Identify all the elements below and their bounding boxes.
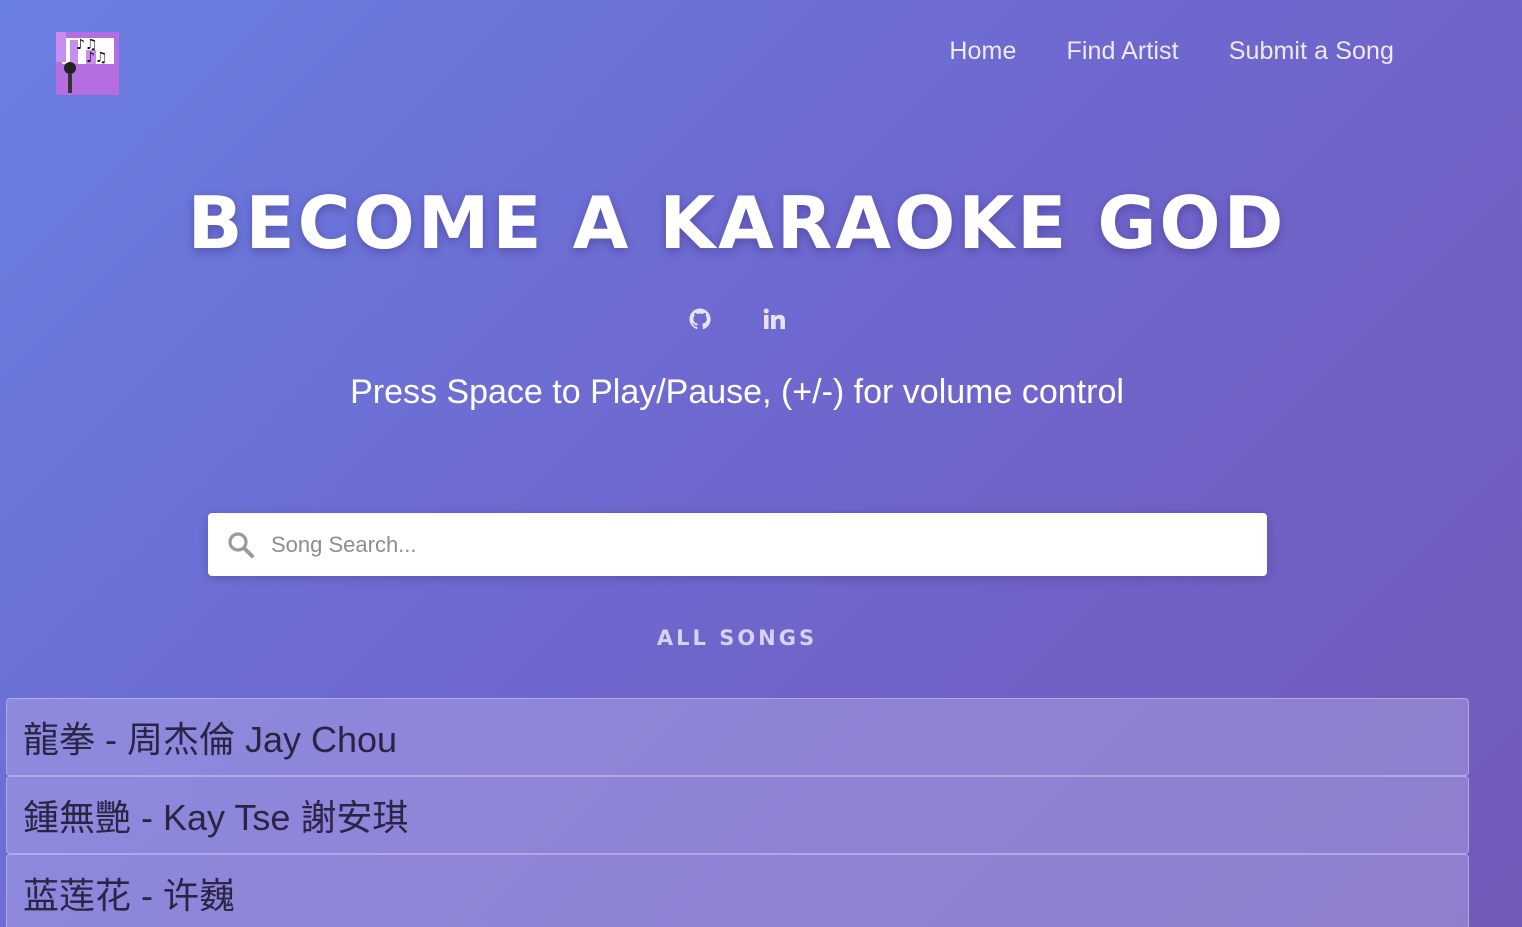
social-links [0, 306, 1474, 332]
song-list-item[interactable]: 蓝莲花 - 许巍 [6, 854, 1469, 927]
song-search-box [208, 513, 1267, 576]
site-logo[interactable]: ♪♫ ♪♫ [56, 32, 119, 95]
nav-find-artist-link[interactable]: Find Artist [1066, 36, 1178, 66]
microphone-notes-icon: ♪♫ ♪♫ [56, 32, 119, 95]
linkedin-icon[interactable] [761, 306, 787, 332]
svg-text:♪♫: ♪♫ [86, 50, 108, 66]
search-icon [228, 531, 254, 558]
nav-submit-song-link[interactable]: Submit a Song [1229, 36, 1394, 66]
all-songs-heading: ALL SONGS [656, 626, 818, 650]
song-list: 龍拳 - 周杰倫 Jay Chou 鍾無艷 - Kay Tse 謝安琪 蓝莲花 … [6, 698, 1469, 927]
hero-title: BECOME A KARAOKE GOD [187, 181, 1287, 265]
song-search-input[interactable] [269, 530, 1223, 559]
song-list-item[interactable]: 龍拳 - 周杰倫 Jay Chou [6, 698, 1469, 776]
instructions-text: Press Space to Play/Pause, (+/-) for vol… [350, 373, 1124, 411]
song-list-item[interactable]: 鍾無艷 - Kay Tse 謝安琪 [6, 776, 1469, 854]
nav-home-link[interactable]: Home [949, 36, 1016, 66]
github-icon[interactable] [687, 306, 713, 332]
main-nav: Home Find Artist Submit a Song [949, 36, 1394, 66]
